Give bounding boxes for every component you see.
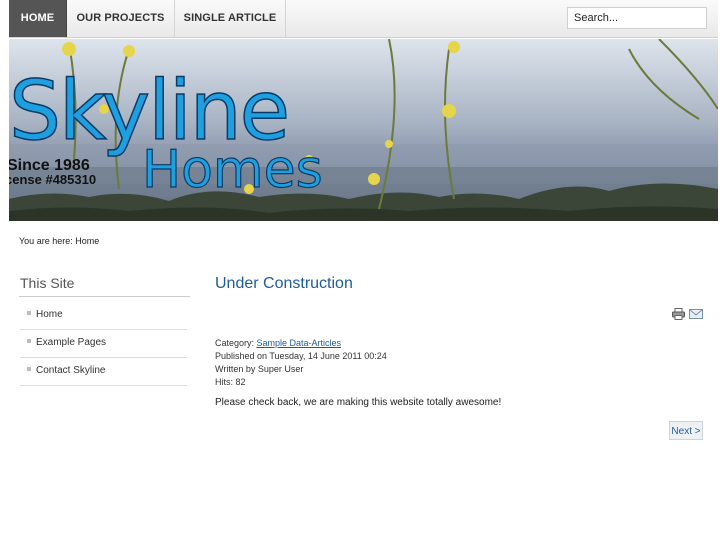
bullet-icon [27, 339, 31, 344]
top-navigation: HOME OUR PROJECTS SINGLE ARTICLE [9, 0, 718, 38]
article-body: Please check back, we are making this we… [215, 397, 502, 408]
article-hits: Hits: 82 [215, 377, 246, 387]
sidebar-item-example-pages[interactable]: Example Pages [20, 330, 187, 358]
category-label: Category: [215, 338, 257, 348]
article-published: Published on Tuesday, 14 June 2011 00:24 [215, 351, 387, 361]
print-icon[interactable] [672, 308, 685, 320]
sidebar-item-contact-skyline[interactable]: Contact Skyline [20, 358, 187, 386]
sidebar-title: This Site [20, 275, 75, 291]
header-banner: Skyline Homes Since 1986 cense #485310 [9, 39, 718, 221]
breadcrumb: You are here: Home [19, 236, 100, 246]
banner-image: Skyline Homes Since 1986 cense #485310 [9, 39, 718, 221]
article-category: Category: Sample Data-Articles [215, 337, 387, 350]
bullet-icon [27, 311, 31, 316]
article-title[interactable]: Under Construction [215, 275, 353, 293]
sidebar-divider [19, 296, 190, 297]
category-link[interactable]: Sample Data-Articles [257, 338, 342, 348]
email-icon[interactable] [689, 309, 703, 319]
logo-homes-text: Homes [142, 140, 323, 200]
next-button[interactable]: Next > [669, 421, 703, 440]
article-author: Written by Super User [215, 364, 304, 374]
sidebar-item-label: Example Pages [36, 337, 107, 348]
nav-our-projects[interactable]: OUR PROJECTS [67, 0, 175, 37]
sidebar-item-home[interactable]: Home [20, 302, 187, 330]
nav-single-article[interactable]: SINGLE ARTICLE [175, 0, 286, 37]
bullet-icon [27, 367, 31, 372]
sidebar-item-label: Home [36, 309, 63, 320]
sidebar-item-label: Contact Skyline [36, 365, 106, 376]
sidebar-menu: Home Example Pages Contact Skyline [20, 302, 187, 386]
logo-license-text: cense #485310 [9, 172, 96, 187]
nav-home[interactable]: HOME [9, 0, 67, 37]
search-input[interactable] [567, 7, 707, 29]
article-info: Category: Sample Data-Articles Published… [215, 337, 387, 389]
